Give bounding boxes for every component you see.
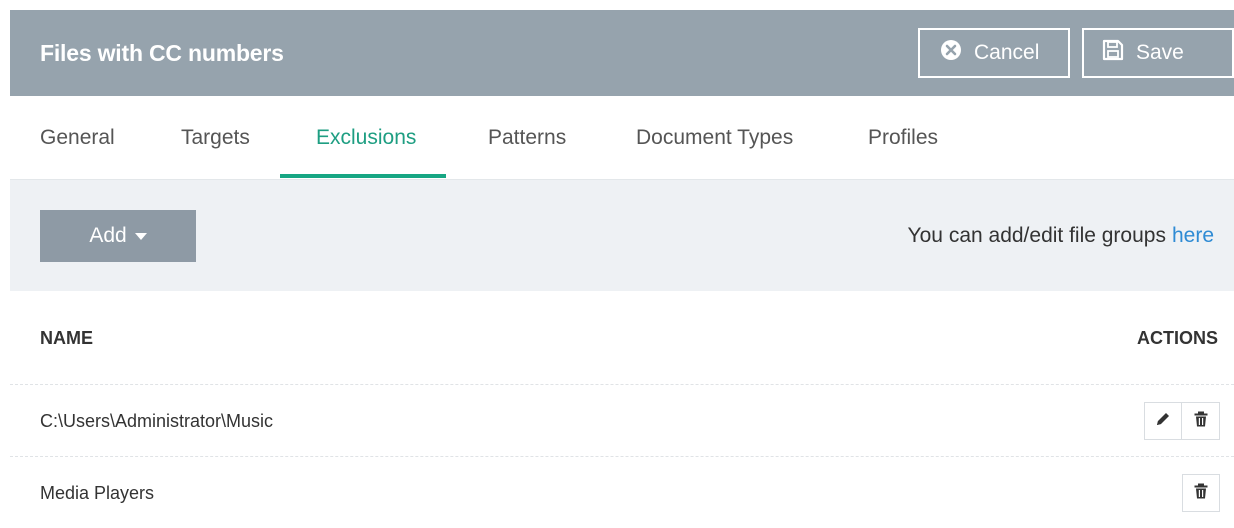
cancel-circle-icon xyxy=(940,39,962,67)
trash-icon xyxy=(1192,482,1210,505)
row-actions xyxy=(1144,402,1220,440)
file-groups-hint-text: You can add/edit file groups xyxy=(907,224,1166,247)
table-row: Media Players xyxy=(10,457,1234,528)
edit-icon xyxy=(1154,410,1172,433)
trash-icon xyxy=(1192,410,1210,433)
table-row: C:\Users\Administrator\Music xyxy=(10,385,1234,457)
floppy-disk-icon xyxy=(1102,39,1124,67)
file-groups-hint: You can add/edit file groups here xyxy=(908,180,1214,291)
delete-button[interactable] xyxy=(1182,402,1220,440)
edit-button[interactable] xyxy=(1144,402,1182,440)
tab-exclusions[interactable]: Exclusions xyxy=(316,96,416,180)
tab-targets[interactable]: Targets xyxy=(181,96,250,180)
page-title: Files with CC numbers xyxy=(40,40,284,66)
active-tab-indicator xyxy=(280,174,446,178)
table-header: NAME ACTIONS xyxy=(10,291,1234,385)
tab-document-types[interactable]: Document Types xyxy=(636,96,793,180)
cancel-button[interactable]: Cancel xyxy=(918,28,1070,78)
save-label: Save xyxy=(1136,41,1184,64)
column-header-name: NAME xyxy=(40,328,93,348)
tab-bar: General Targets Exclusions Patterns Docu… xyxy=(10,96,1234,180)
row-name: C:\Users\Administrator\Music xyxy=(40,411,274,431)
tab-patterns[interactable]: Patterns xyxy=(488,96,566,180)
caret-down-icon xyxy=(134,232,147,240)
file-groups-link[interactable]: here xyxy=(1172,224,1214,247)
add-label: Add xyxy=(89,224,127,247)
cancel-label: Cancel xyxy=(974,41,1040,64)
save-button[interactable]: Save xyxy=(1082,28,1234,78)
column-header-actions: ACTIONS xyxy=(1137,328,1218,348)
delete-button[interactable] xyxy=(1182,474,1220,512)
row-name: Media Players xyxy=(40,483,155,503)
add-dropdown-button[interactable]: Add xyxy=(40,210,196,262)
dialog-header: Files with CC numbers Cancel Save xyxy=(10,10,1234,96)
tab-general[interactable]: General xyxy=(40,96,115,180)
exclusions-toolbar: Add You can add/edit file groups here xyxy=(10,180,1234,291)
tab-profiles[interactable]: Profiles xyxy=(868,96,938,180)
row-actions xyxy=(1182,474,1220,512)
exclusions-table: NAME ACTIONS C:\Users\Administrator\Musi… xyxy=(10,291,1234,528)
